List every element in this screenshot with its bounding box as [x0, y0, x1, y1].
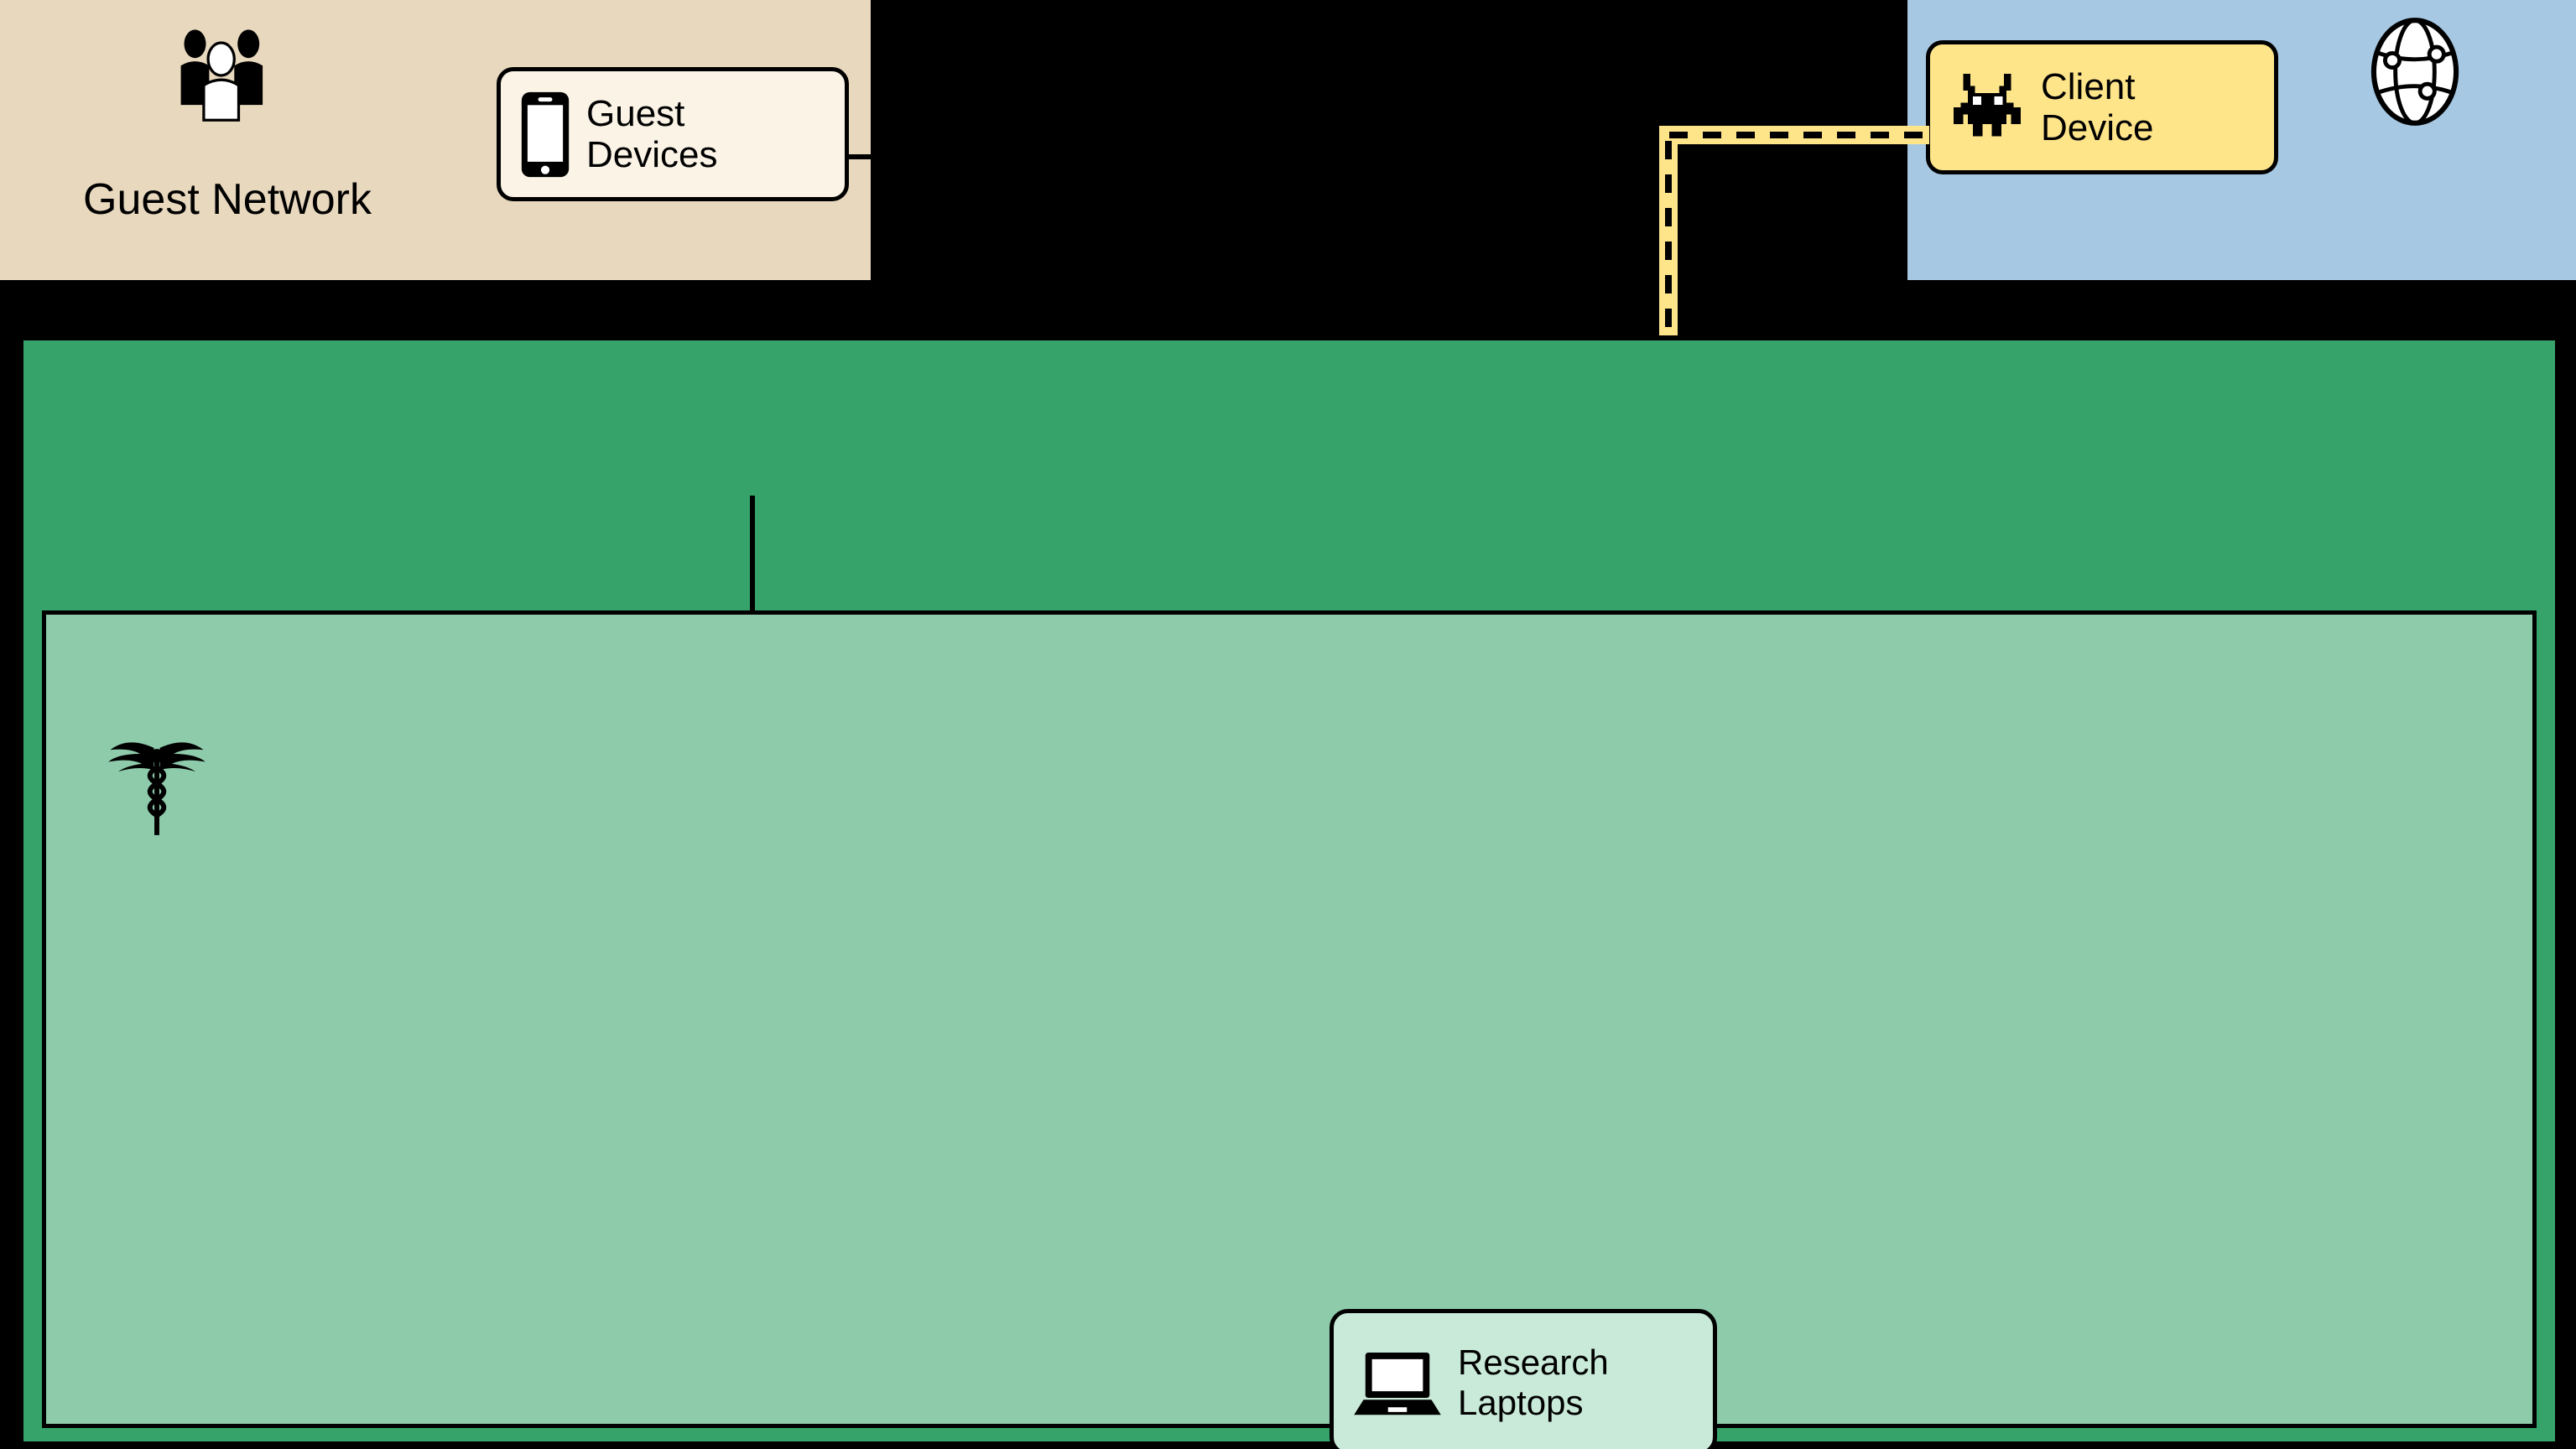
caduceus-icon: [107, 732, 207, 841]
zone-guest-network: Guest Network Guest Devices: [0, 0, 871, 280]
smartphone-icon: [519, 90, 571, 179]
node-client-device-label: Client Device: [2041, 65, 2154, 148]
node-guest-devices-label: Guest Devices: [586, 92, 718, 175]
bug-invader-icon: [1949, 74, 2026, 141]
globe-network-icon: [2360, 15, 2469, 128]
connector-guest-to-gateway-horizontal: [849, 154, 1296, 159]
node-research-laptops[interactable]: Research Laptops: [1330, 1309, 1717, 1449]
attack-path-dash-vertical: [1665, 141, 1672, 363]
people-group-icon: [168, 25, 277, 126]
hdo-subnet-panel: HDO Network Research Laptops: [42, 610, 2537, 1449]
connector-gateway-to-subnet: [750, 496, 755, 613]
node-client-device[interactable]: Client Device: [1926, 40, 2278, 174]
zone-guest-network-title: Guest Network: [83, 175, 372, 224]
laptop-icon: [1352, 1348, 1443, 1417]
diagram-canvas: Guest Network Guest Devices Client Devic…: [0, 0, 2576, 1449]
node-guest-devices[interactable]: Guest Devices: [497, 67, 849, 201]
attack-path-dash-horizontal: [1669, 132, 1929, 138]
node-research-laptops-label: Research Laptops: [1458, 1343, 1609, 1422]
zone-hdo-network: HDO Gateway / Outer Firewall: [18, 335, 2560, 1449]
